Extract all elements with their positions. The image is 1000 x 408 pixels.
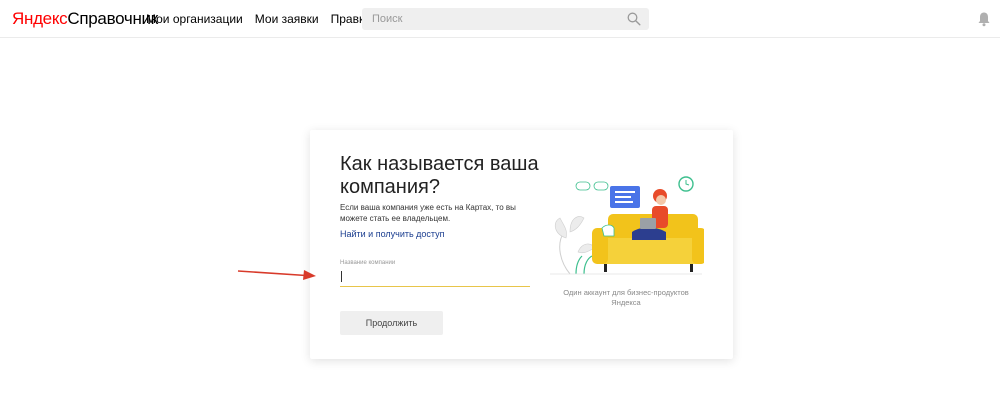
company-name-card: Как называется ваша компания? Если ваша …	[310, 130, 733, 359]
person-head	[656, 195, 666, 205]
plant-leaf	[569, 216, 585, 233]
message-line	[615, 201, 633, 203]
dog	[601, 224, 615, 237]
green-plant	[583, 255, 593, 275]
laptop	[640, 218, 656, 229]
green-plant	[575, 255, 583, 275]
notifications-bell-icon[interactable]	[977, 11, 991, 27]
main-nav: Мои организации Мои заявки Правки	[146, 11, 371, 27]
search-icon[interactable]	[627, 12, 641, 26]
company-name-label: Название компании	[340, 260, 396, 266]
find-and-get-access-link[interactable]: Найти и получить доступ	[340, 228, 445, 240]
continue-button[interactable]: Продолжить	[340, 311, 443, 335]
sofa-illustration	[550, 176, 704, 275]
message-line	[615, 191, 635, 193]
sofa-leg	[690, 264, 693, 272]
search-box	[362, 8, 649, 30]
plant-leaf	[577, 243, 595, 254]
yandex-spravochnik-logo[interactable]: ЯндексСправочник	[12, 9, 158, 29]
nav-my-organizations[interactable]: Мои организации	[146, 11, 243, 27]
plant-leaf	[554, 217, 567, 239]
clock-hands	[685, 180, 690, 186]
sofa-arm-right	[692, 228, 704, 264]
search-input[interactable]	[362, 8, 649, 30]
card-description: Если ваша компания уже есть на Картах, т…	[340, 203, 516, 223]
chat-bubble	[593, 181, 609, 191]
logo-product-text: Справочник	[67, 9, 158, 28]
company-name-input[interactable]	[340, 269, 530, 287]
card-title: Как называется ваша компания?	[340, 153, 539, 198]
plant-leaf	[559, 231, 571, 275]
sofa-seat	[596, 238, 704, 264]
logo-yandex-text: Яндекс	[12, 9, 68, 28]
red-pointer-arrow	[237, 270, 316, 280]
illustration-caption: Один аккаунт для бизнес-продуктов Яндекс…	[563, 288, 689, 307]
top-header: ЯндексСправочник Мои организации Мои зая…	[0, 0, 1000, 38]
message-line	[615, 196, 631, 198]
sofa-leg	[604, 264, 607, 272]
text-caret	[341, 271, 342, 282]
chat-bubble	[575, 181, 591, 191]
nav-my-requests[interactable]: Мои заявки	[255, 11, 319, 27]
